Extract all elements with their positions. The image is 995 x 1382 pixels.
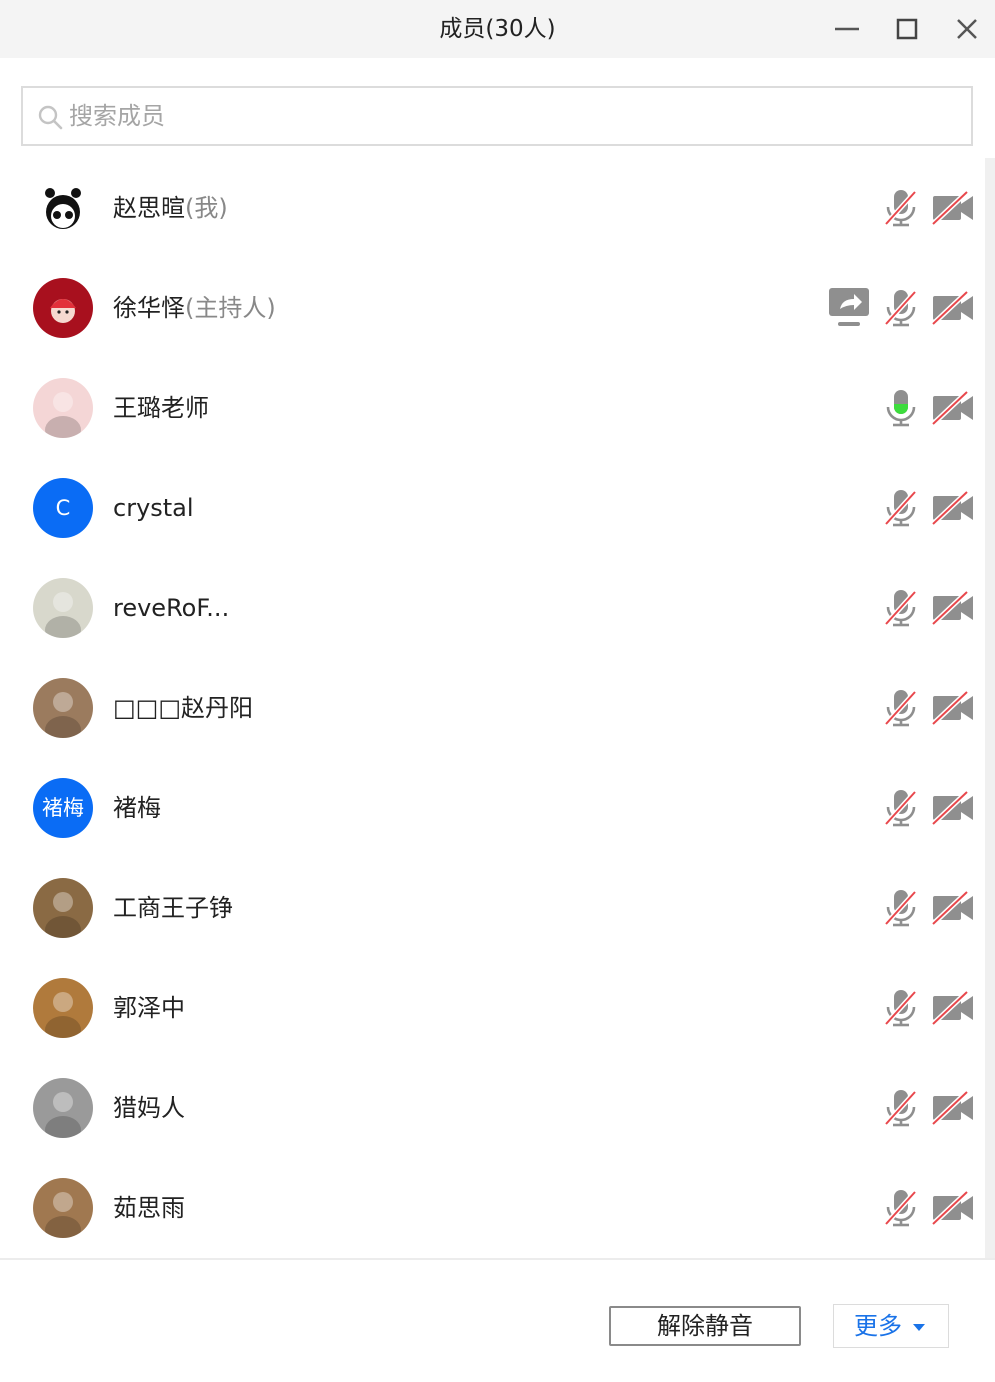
photo-icon	[45, 1192, 81, 1238]
camera-off-icon[interactable]	[931, 690, 975, 726]
photo-icon	[45, 1092, 81, 1138]
scrollbar[interactable]	[985, 158, 995, 1258]
member-role: (主持人)	[185, 294, 276, 322]
avatar	[33, 578, 93, 638]
member-name: 王璐老师	[113, 358, 209, 458]
avatar	[33, 378, 93, 438]
maximize-button[interactable]	[889, 11, 925, 47]
maximize-icon	[896, 18, 918, 40]
avatar	[33, 178, 93, 238]
member-row[interactable]: 茹思雨	[0, 1158, 985, 1258]
avatar	[33, 278, 93, 338]
minimize-button[interactable]	[829, 11, 865, 47]
caret-down-icon	[913, 1324, 925, 1331]
member-name-text: 徐华怿	[113, 294, 185, 322]
mic-active-icon[interactable]	[881, 388, 921, 428]
member-row[interactable]: 郭泽中	[0, 958, 985, 1058]
member-name-text: 郭泽中	[113, 994, 185, 1022]
photo-icon	[45, 592, 81, 638]
member-row[interactable]: 赵思暄(我)	[0, 158, 985, 258]
camera-off-icon[interactable]	[931, 190, 975, 226]
member-row[interactable]: □□□赵丹阳	[0, 658, 985, 758]
camera-off-icon[interactable]	[931, 790, 975, 826]
camera-off-icon[interactable]	[931, 990, 975, 1026]
member-name: 猎妈人	[113, 1058, 185, 1158]
member-search-box[interactable]	[21, 86, 973, 146]
avatar: 褚梅	[33, 778, 93, 838]
member-row[interactable]: Ccrystal	[0, 458, 985, 558]
close-button[interactable]	[949, 11, 985, 47]
mic-muted-icon[interactable]	[881, 488, 921, 528]
member-name: 赵思暄(我)	[113, 158, 228, 258]
red-cartoon-icon	[50, 299, 76, 323]
member-row[interactable]: 王璐老师	[0, 358, 985, 458]
minimize-icon	[835, 27, 859, 31]
member-name-text: 王璐老师	[113, 394, 209, 422]
screen-share-icon[interactable]	[826, 286, 872, 330]
mic-muted-icon[interactable]	[881, 888, 921, 928]
footer: 解除静音 更多	[0, 1258, 995, 1382]
camera-off-icon[interactable]	[931, 590, 975, 626]
member-name-text: □□□赵丹阳	[113, 694, 254, 722]
camera-off-icon[interactable]	[931, 890, 975, 926]
photo-icon	[45, 892, 81, 938]
more-button[interactable]: 更多	[833, 1304, 949, 1348]
mic-muted-icon[interactable]	[881, 288, 921, 328]
member-list[interactable]: 赵思暄(我) 徐华怿(主持人) 王璐老师 Ccrystal reveRoF... □□□赵…	[0, 158, 985, 1258]
avatar: C	[33, 478, 93, 538]
member-name: 徐华怿(主持人)	[113, 258, 276, 358]
mic-muted-icon[interactable]	[881, 188, 921, 228]
camera-off-icon[interactable]	[931, 490, 975, 526]
avatar	[33, 978, 93, 1038]
member-name-text: 工商王子铮	[113, 894, 233, 922]
close-icon	[957, 19, 977, 39]
avatar	[33, 1178, 93, 1238]
member-row[interactable]: 猎妈人	[0, 1058, 985, 1158]
member-name-text: 茹思雨	[113, 1194, 185, 1222]
member-name-text: 猎妈人	[113, 1094, 185, 1122]
avatar	[33, 878, 93, 938]
mic-muted-icon[interactable]	[881, 588, 921, 628]
member-name-text: 赵思暄	[113, 194, 185, 222]
member-name: 工商王子铮	[113, 858, 233, 958]
member-name: 褚梅	[113, 758, 161, 858]
photo-icon	[45, 992, 81, 1038]
cartoon-girl-icon	[45, 188, 81, 229]
camera-off-icon[interactable]	[931, 1090, 975, 1126]
unmute-button[interactable]: 解除静音	[609, 1306, 801, 1346]
mic-muted-icon[interactable]	[881, 688, 921, 728]
search-input[interactable]	[69, 88, 949, 144]
mic-muted-icon[interactable]	[881, 1088, 921, 1128]
member-role: (我)	[185, 194, 228, 222]
member-name: 郭泽中	[113, 958, 185, 1058]
avatar	[33, 678, 93, 738]
more-label: 更多	[854, 1312, 902, 1340]
camera-off-icon[interactable]	[931, 1190, 975, 1226]
member-row[interactable]: 褚梅 褚梅	[0, 758, 985, 858]
member-name-text: reveRoF...	[113, 594, 230, 622]
member-name-text: crystal	[113, 494, 194, 522]
title-bar: 成员(30人)	[0, 0, 995, 58]
photo-icon	[45, 392, 81, 438]
member-name-text: 褚梅	[113, 794, 161, 822]
mic-muted-icon[interactable]	[881, 1188, 921, 1228]
member-row[interactable]: 徐华怿(主持人)	[0, 258, 985, 358]
avatar	[33, 1078, 93, 1138]
camera-off-icon[interactable]	[931, 290, 975, 326]
mic-muted-icon[interactable]	[881, 788, 921, 828]
mic-muted-icon[interactable]	[881, 988, 921, 1028]
member-name: reveRoF...	[113, 558, 229, 658]
photo-icon	[45, 692, 81, 738]
member-name: □□□赵丹阳	[113, 658, 253, 758]
search-icon	[38, 105, 63, 130]
camera-off-icon[interactable]	[931, 390, 975, 426]
member-row[interactable]: reveRoF...	[0, 558, 985, 658]
member-name: crystal	[113, 458, 194, 558]
member-name: 茹思雨	[113, 1158, 185, 1258]
member-row[interactable]: 工商王子铮	[0, 858, 985, 958]
